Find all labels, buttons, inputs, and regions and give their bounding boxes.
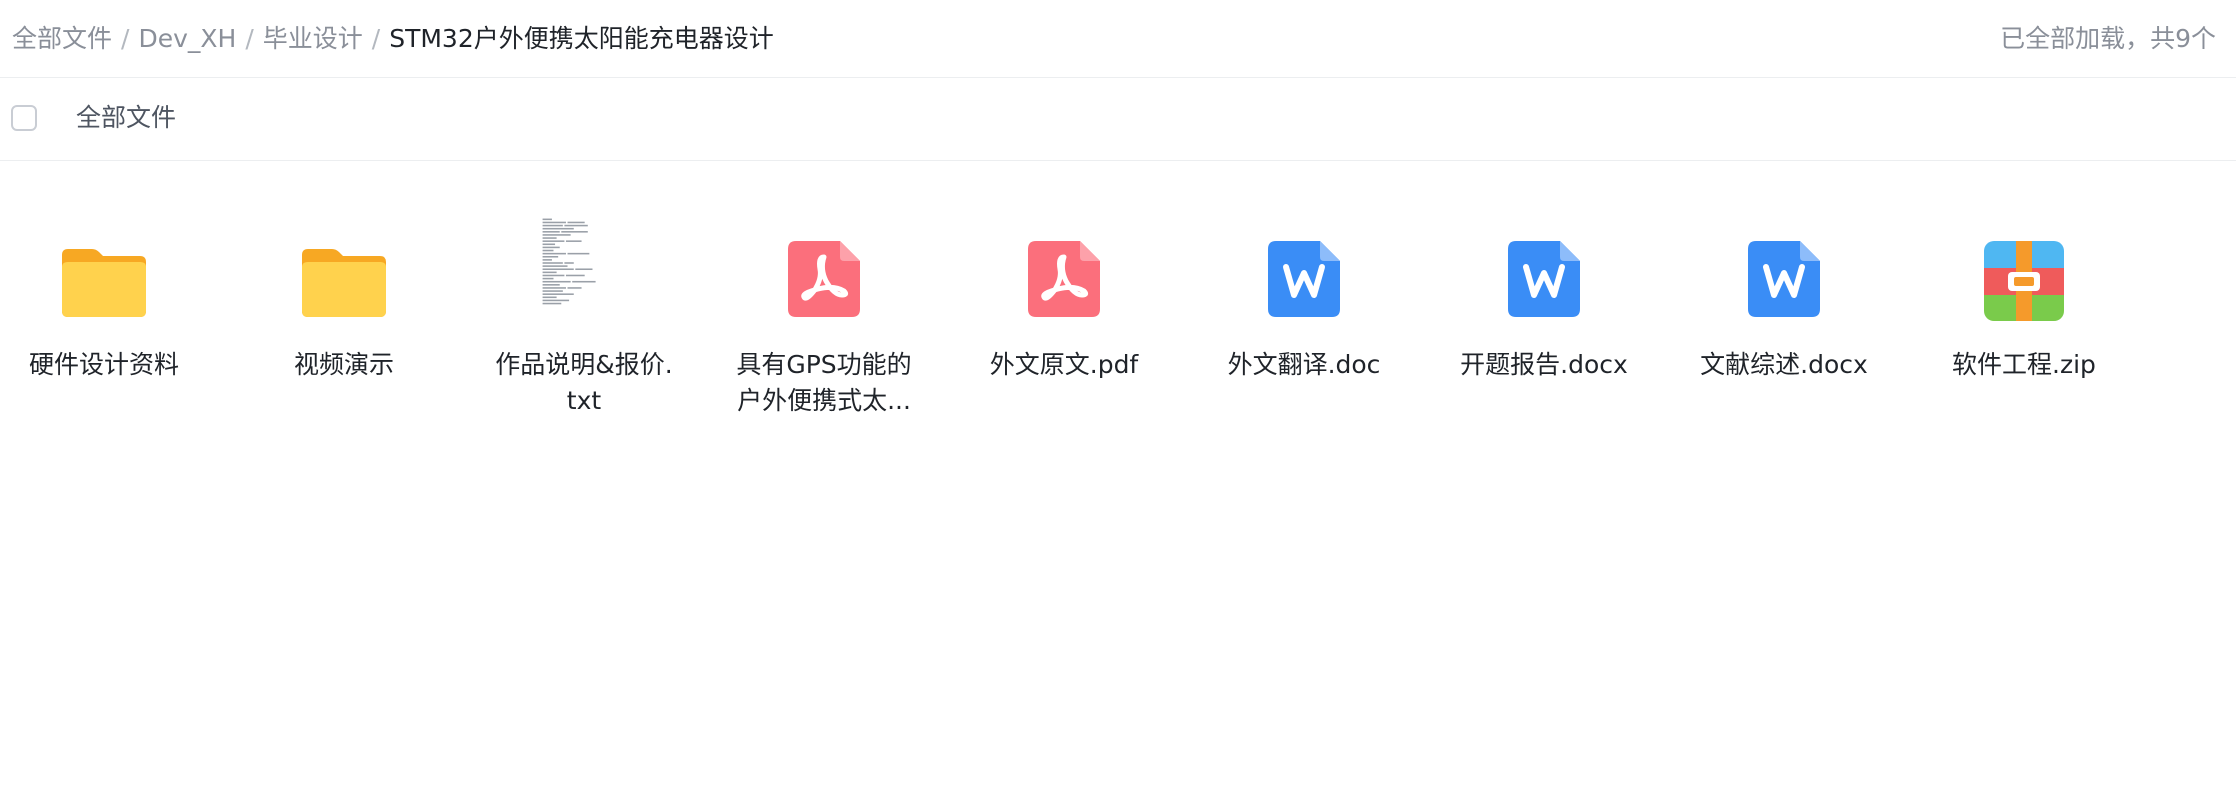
file-item-original-pdf[interactable]: 外文原文.pdf xyxy=(964,233,1164,463)
zip-icon xyxy=(1978,233,2070,325)
file-name: 视频演示 xyxy=(244,347,444,383)
file-name-line: 硬件设计资料 xyxy=(28,350,179,379)
pdf-icon xyxy=(778,233,870,325)
file-name-line: txt xyxy=(566,386,602,415)
file-name: 作品说明&报价. txt xyxy=(484,347,684,419)
breadcrumb-item-graduation-design[interactable]: 毕业设计 xyxy=(263,24,363,53)
file-item-proposal-docx[interactable]: 开题报告.docx xyxy=(1444,233,1644,463)
file-item-translation-doc[interactable]: 外文翻译.doc xyxy=(1204,233,1404,463)
breadcrumb-separator: / xyxy=(245,24,254,53)
file-name: 外文翻译.doc xyxy=(1204,347,1404,383)
folder-icon xyxy=(58,233,150,325)
file-item-review-docx[interactable]: 文献综述.docx xyxy=(1684,233,1884,463)
file-name-line: 视频演示 xyxy=(293,350,394,379)
file-name-line: 作品说明&报价. xyxy=(495,350,673,379)
file-name-line: 户外便携式太... xyxy=(737,386,911,415)
breadcrumb-item-root[interactable]: 全部文件 xyxy=(12,24,112,53)
file-name-line: 文献综述.docx xyxy=(1700,350,1868,379)
file-name: 软件工程.zip xyxy=(1924,347,2124,383)
file-name: 开题报告.docx xyxy=(1444,347,1644,383)
file-item-software-zip[interactable]: 软件工程.zip xyxy=(1924,233,2124,463)
word-icon xyxy=(1258,233,1350,325)
file-name: 具有GPS功能的 户外便携式太... xyxy=(724,347,924,419)
txt-thumbnail-icon xyxy=(534,217,634,335)
breadcrumb-separator: / xyxy=(121,24,130,53)
select-all-checkbox[interactable] xyxy=(11,105,37,131)
file-item-gps-pdf[interactable]: 具有GPS功能的 户外便携式太... xyxy=(724,233,924,463)
file-item-video-folder[interactable]: 视频演示 xyxy=(244,233,444,463)
load-status-text: 已全部加载，共9个 xyxy=(2000,24,2216,53)
file-item-txt[interactable]: 作品说明&报价. txt xyxy=(484,217,684,463)
file-item-hardware-folder[interactable]: 硬件设计资料 xyxy=(4,233,204,463)
file-name-line: 外文原文.pdf xyxy=(989,350,1139,379)
file-name-line: 具有GPS功能的 xyxy=(736,350,912,379)
breadcrumb-item-dev-xh[interactable]: Dev_XH xyxy=(138,24,236,53)
file-name: 外文原文.pdf xyxy=(964,347,1164,383)
select-all-bar: 全部文件 xyxy=(0,78,2236,161)
file-name: 文献综述.docx xyxy=(1684,347,1884,383)
word-icon xyxy=(1498,233,1590,325)
pdf-icon xyxy=(1018,233,1110,325)
file-name-line: 外文翻译.doc xyxy=(1227,350,1381,379)
word-icon xyxy=(1738,233,1830,325)
top-bar: 全部文件 / Dev_XH / 毕业设计 / STM32户外便携太阳能充电器设计 已全部加载… xyxy=(0,0,2236,78)
file-name-line: 软件工程.zip xyxy=(1952,350,2096,379)
file-grid: 硬件设计资料 视频演示 作品说明&报价. txt 具有GPS功能的 户外便携式太… xyxy=(0,161,2236,800)
file-name-line: 开题报告.docx xyxy=(1460,350,1628,379)
select-all-label: 全部文件 xyxy=(76,103,177,132)
folder-icon xyxy=(298,233,390,325)
file-name: 硬件设计资料 xyxy=(4,347,204,383)
breadcrumb-separator: / xyxy=(371,24,381,53)
breadcrumb: 全部文件 / Dev_XH / 毕业设计 / STM32户外便携太阳能充电器设计 xyxy=(12,22,774,56)
breadcrumb-current: STM32户外便携太阳能充电器设计 xyxy=(389,24,774,53)
